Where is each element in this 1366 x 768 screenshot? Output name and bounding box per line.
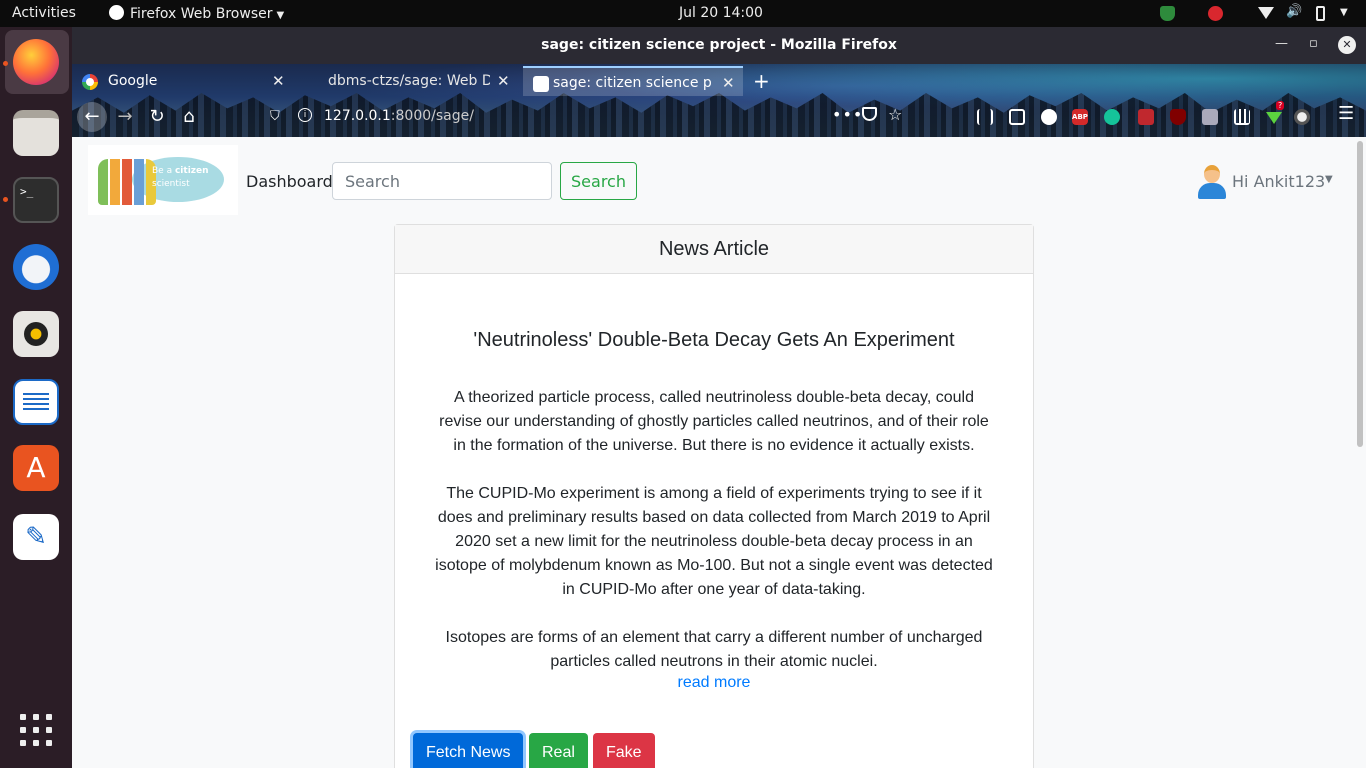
raised-hands-icon — [98, 159, 156, 205]
site-info-icon[interactable]: i — [298, 108, 312, 122]
url-path: :8000/sage/ — [390, 108, 474, 124]
browser-chrome: Google ✕ dbms-ctzs/sage: Web De ✕ sage: … — [72, 64, 1366, 137]
thunderbird-icon[interactable] — [13, 244, 59, 290]
extension-icon[interactable] — [1294, 109, 1310, 125]
avatar — [1196, 165, 1228, 199]
terminal-icon[interactable]: >_ — [13, 177, 59, 223]
article-title: 'Neutrinoless' Double-Beta Decay Gets An… — [473, 329, 955, 351]
close-tab-icon[interactable]: ✕ — [272, 72, 285, 90]
tab-label: Google — [108, 73, 158, 89]
activities-button[interactable]: Activities — [12, 5, 76, 21]
fake-button[interactable]: Fake — [593, 733, 655, 768]
forward-icon[interactable]: → — [110, 102, 140, 132]
firefox-window: sage: citizen science project - Mozilla … — [72, 27, 1366, 768]
new-tab-icon[interactable]: + — [753, 69, 770, 93]
download-badge: ? — [1276, 101, 1285, 110]
real-button[interactable]: Real — [529, 733, 588, 768]
nav-link-dashboard[interactable]: Dashboard — [246, 172, 333, 191]
card-header: News Article — [395, 225, 1033, 274]
tab-label: dbms-ctzs/sage: Web De — [328, 73, 490, 89]
ublock-icon[interactable] — [1170, 109, 1186, 125]
ruler-icon[interactable] — [1234, 109, 1250, 125]
firefox-icon — [109, 5, 124, 20]
rhythmbox-icon[interactable] — [13, 311, 59, 357]
back-icon[interactable]: ← — [77, 102, 107, 132]
search-button[interactable]: Search — [560, 162, 637, 200]
caret-down-icon: ▼ — [276, 10, 285, 21]
page-viewport: Be a citizenscientist Dashboard Search H… — [72, 137, 1366, 768]
mega-sync-icon[interactable] — [1208, 6, 1223, 21]
url-text[interactable]: 127.0.0.1:8000/sage/ — [324, 108, 474, 124]
close-window-button[interactable]: ✕ — [1338, 36, 1356, 54]
search-input[interactable] — [332, 162, 552, 200]
tracking-protection-icon[interactable]: ⛉ — [270, 109, 280, 124]
caret-down-icon: ▼ — [1325, 174, 1333, 185]
volume-icon[interactable]: 🔊 — [1286, 4, 1302, 19]
home-icon[interactable]: ⌂ — [174, 102, 204, 132]
tab-label: sage: citizen science proj — [553, 75, 713, 91]
clock[interactable]: Jul 20 14:00 — [679, 5, 763, 21]
logo-text: Be a citizen scientist — [152, 166, 209, 189]
close-tab-icon[interactable]: ✕ — [722, 74, 735, 92]
library-icon[interactable] — [977, 109, 993, 125]
running-indicator — [3, 197, 8, 202]
sidebar-icon[interactable] — [1009, 109, 1025, 125]
google-icon — [82, 74, 98, 90]
page-actions-icon[interactable]: ••• — [832, 105, 863, 124]
page-scrollbar[interactable] — [1357, 141, 1363, 447]
system-top-bar: Activities Firefox Web Browser ▼ Jul 20 1… — [0, 0, 1366, 27]
tab-sage-active[interactable]: sage: citizen science proj ✕ — [523, 66, 743, 96]
close-tab-icon[interactable]: ✕ — [497, 72, 510, 90]
article-paragraph: The CUPID-Mo experiment is among a field… — [435, 485, 993, 598]
dock: >_ A ✎ — [0, 27, 72, 768]
tab-github[interactable]: dbms-ctzs/sage: Web De ✕ — [292, 66, 518, 96]
dock-item-firefox[interactable] — [5, 30, 69, 94]
battery-icon[interactable] — [1316, 6, 1325, 21]
url-bar[interactable]: ⛉ i 127.0.0.1:8000/sage/ ••• ☆ — [262, 102, 912, 132]
show-applications-icon[interactable] — [20, 714, 52, 746]
window-titlebar[interactable]: sage: citizen science project - Mozilla … — [72, 27, 1366, 64]
read-more-link[interactable]: read more — [395, 674, 1033, 692]
hamburger-menu-icon[interactable]: ☰ — [1338, 105, 1354, 123]
account-icon[interactable] — [1041, 109, 1057, 125]
wifi-icon[interactable] — [1258, 7, 1274, 19]
article-paragraph: Isotopes are forms of an element that ca… — [445, 629, 983, 670]
minimize-button[interactable]: — — [1275, 36, 1288, 51]
adblock-plus-icon[interactable]: ABP — [1072, 109, 1088, 125]
files-icon[interactable] — [13, 110, 59, 156]
reload-icon[interactable]: ↻ — [142, 102, 172, 132]
site-logo[interactable]: Be a citizen scientist — [88, 145, 238, 215]
tab-google[interactable]: Google ✕ — [72, 66, 297, 96]
text-editor-icon[interactable]: ✎ — [13, 514, 59, 560]
site-navbar: Be a citizenscientist Dashboard Search H… — [72, 137, 1352, 224]
bookmark-star-icon[interactable]: ☆ — [888, 105, 902, 124]
download-icon[interactable] — [1266, 112, 1282, 124]
image-extension-icon[interactable] — [1202, 109, 1218, 125]
firefox-icon — [13, 39, 59, 85]
url-host: 127.0.0.1 — [324, 108, 391, 124]
system-menu-caret-icon[interactable]: ▼ — [1340, 7, 1348, 22]
app-menu-label: Firefox Web Browser — [130, 6, 273, 22]
window-title: sage: citizen science project - Mozilla … — [541, 37, 897, 53]
grammarly-icon[interactable] — [1104, 109, 1120, 125]
nav-toolbar: ← → ↻ ⌂ ⛉ i 127.0.0.1:8000/sage/ ••• ☆ A… — [72, 98, 1366, 137]
app-menu[interactable]: Firefox Web Browser ▼ — [109, 5, 284, 22]
shield-icon[interactable] — [1160, 6, 1175, 21]
software-store-icon[interactable]: A — [13, 445, 59, 491]
maximize-button[interactable]: ▫ — [1309, 36, 1318, 51]
running-indicator — [3, 61, 8, 66]
user-greeting: Hi Ankit123 — [1232, 172, 1326, 191]
article-paragraph: A theorized particle process, called neu… — [439, 389, 989, 454]
libreoffice-writer-icon[interactable] — [13, 379, 59, 425]
sage-favicon-icon — [533, 76, 549, 92]
pocket-icon[interactable] — [862, 107, 877, 121]
fetch-news-button[interactable]: Fetch News — [413, 733, 524, 768]
news-card: News Article 'Neutrinoless' Double-Beta … — [394, 224, 1034, 768]
annotate-icon[interactable] — [1138, 109, 1154, 125]
